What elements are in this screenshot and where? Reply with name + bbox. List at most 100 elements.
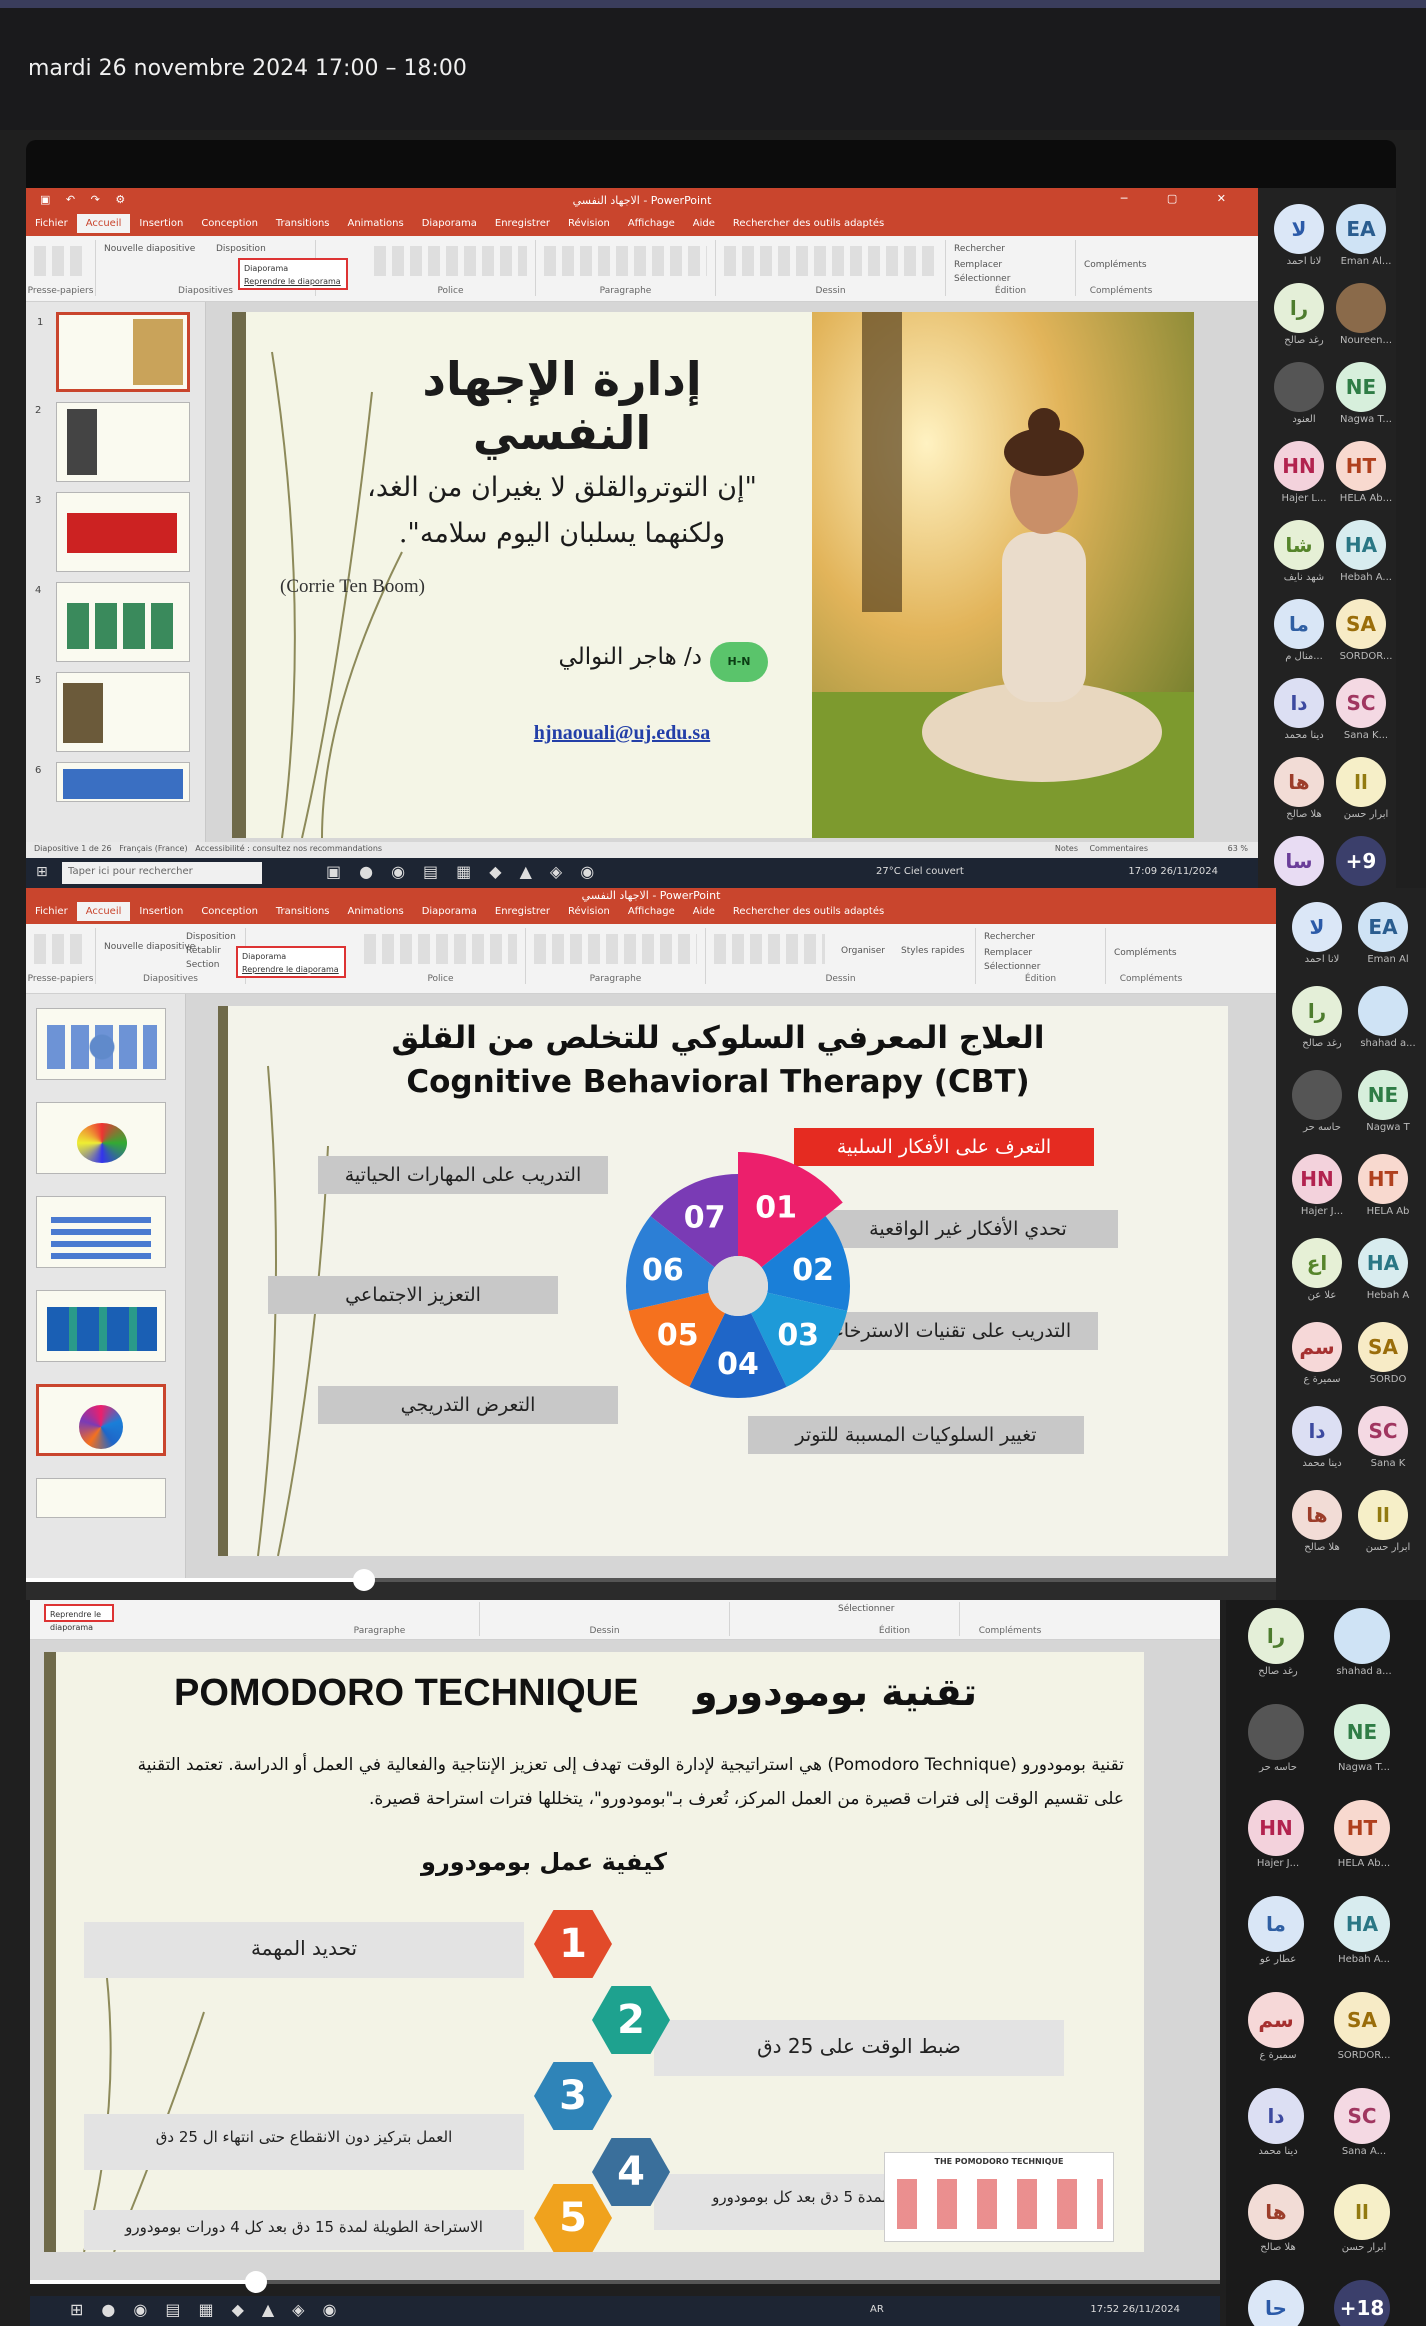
select-button[interactable]: Sélectionner bbox=[984, 962, 1040, 972]
participant-avatar[interactable]: اع bbox=[1292, 1238, 1342, 1288]
video-scrubber-1[interactable] bbox=[352, 1569, 375, 1591]
search-button[interactable]: Rechercher bbox=[984, 932, 1035, 942]
participant-photo-avatar[interactable] bbox=[1334, 1608, 1390, 1664]
participant-avatar[interactable]: اا bbox=[1358, 1490, 1408, 1540]
ribbon-tab[interactable]: Rechercher des outils adaptés bbox=[724, 902, 893, 921]
replace-button[interactable]: Remplacer bbox=[954, 260, 1002, 270]
slide-thumbnail[interactable]: 2 bbox=[35, 402, 190, 482]
participant-avatar[interactable]: دا bbox=[1248, 2088, 1304, 2144]
slide-thumbnail[interactable]: 6 bbox=[35, 762, 190, 802]
participant-avatar[interactable]: HA bbox=[1358, 1238, 1408, 1288]
window-controls[interactable]: ─ ▢ ✕ bbox=[1121, 192, 1244, 205]
taskbar-app-icons[interactable]: ▣●◉▤▦◆▲◈◉ bbox=[326, 862, 612, 881]
weather-widget[interactable]: 27°C Ciel couvert bbox=[876, 866, 964, 877]
arrange-button[interactable]: Organiser bbox=[841, 946, 885, 956]
video-progress-bar-1[interactable] bbox=[26, 1569, 1276, 1591]
notes-button[interactable]: Notes bbox=[1055, 844, 1078, 853]
ribbon-tab[interactable]: Fichier bbox=[26, 214, 77, 233]
ribbon-tab[interactable]: Révision bbox=[559, 214, 619, 233]
comments-button[interactable]: Commentaires bbox=[1089, 844, 1148, 853]
participant-avatar[interactable]: NE bbox=[1358, 1070, 1408, 1120]
quick-styles-button[interactable]: Styles rapides bbox=[901, 946, 965, 956]
section-button[interactable]: Section bbox=[186, 960, 219, 970]
participant-avatar[interactable]: دا bbox=[1292, 1406, 1342, 1456]
participant-avatar[interactable]: SC bbox=[1334, 2088, 1390, 2144]
slide-thumbnail[interactable] bbox=[36, 1008, 166, 1080]
ribbon-tab[interactable]: Animations bbox=[339, 902, 413, 921]
select-button[interactable]: Sélectionner bbox=[838, 1604, 894, 1614]
ribbon-tab[interactable]: Enregistrer bbox=[486, 902, 559, 921]
ribbon-tab[interactable]: Fichier bbox=[26, 902, 77, 921]
participant-avatar[interactable]: NE bbox=[1336, 362, 1386, 412]
slide-thumbnail[interactable]: 5 bbox=[35, 672, 190, 752]
reset-button[interactable]: Rétablir bbox=[186, 946, 221, 956]
slide-thumbnail[interactable] bbox=[36, 1290, 166, 1362]
select-button[interactable]: Sélectionner bbox=[954, 274, 1010, 284]
video-progress-bar-2[interactable] bbox=[30, 2271, 1220, 2293]
participant-avatar[interactable]: EA bbox=[1358, 902, 1408, 952]
ribbon-tab[interactable]: Affichage bbox=[619, 214, 684, 233]
participant-avatar[interactable]: SA bbox=[1358, 1322, 1408, 1372]
participant-avatar[interactable]: HT bbox=[1336, 441, 1386, 491]
participant-avatar[interactable]: را bbox=[1292, 986, 1342, 1036]
participant-avatar[interactable]: HT bbox=[1334, 1800, 1390, 1856]
slideshow-dropdown[interactable]: Reprendre le diaporama bbox=[44, 1604, 114, 1632]
participant-avatar[interactable]: HA bbox=[1334, 1896, 1390, 1952]
participant-avatar[interactable]: لا bbox=[1274, 204, 1324, 254]
ribbon-tab[interactable]: Diaporama bbox=[413, 214, 486, 233]
windows-start-icon[interactable]: ⊞ bbox=[36, 864, 48, 880]
ribbon-tab[interactable]: Insertion bbox=[130, 902, 192, 921]
taskbar-clock[interactable]: 17:52 26/11/2024 bbox=[1090, 2304, 1180, 2315]
participant-avatar[interactable]: HA bbox=[1336, 520, 1386, 570]
participant-avatar[interactable]: +9 bbox=[1336, 836, 1386, 886]
ribbon-tab[interactable]: Insertion bbox=[130, 214, 192, 233]
taskbar-app-icons[interactable]: ⊞●◉▤▦◆▲◈◉ bbox=[70, 2300, 354, 2319]
addins-button[interactable]: Compléments bbox=[1084, 260, 1147, 270]
ribbon-tab[interactable]: Animations bbox=[339, 214, 413, 233]
replace-button[interactable]: Remplacer bbox=[984, 948, 1032, 958]
ribbon-tab[interactable]: Rechercher des outils adaptés bbox=[724, 214, 893, 233]
participant-avatar[interactable]: ها bbox=[1248, 2184, 1304, 2240]
participant-avatar[interactable]: HN bbox=[1274, 441, 1324, 491]
video-scrubber-2[interactable] bbox=[245, 2271, 268, 2293]
ribbon-tab[interactable]: Affichage bbox=[619, 902, 684, 921]
participant-avatar[interactable]: ها bbox=[1292, 1490, 1342, 1540]
participant-avatar[interactable]: حا bbox=[1248, 2280, 1304, 2326]
layout-button[interactable]: Disposition bbox=[216, 244, 266, 254]
participant-avatar[interactable]: اا bbox=[1336, 757, 1386, 807]
participant-photo-avatar[interactable] bbox=[1274, 362, 1324, 412]
participant-avatar[interactable]: +18 bbox=[1334, 2280, 1390, 2326]
slide-thumbnail[interactable] bbox=[36, 1102, 166, 1174]
participant-photo-avatar[interactable] bbox=[1358, 986, 1408, 1036]
slide-thumbnail[interactable] bbox=[36, 1196, 166, 1268]
search-button[interactable]: Rechercher bbox=[954, 244, 1005, 254]
addins-button[interactable]: Compléments bbox=[1114, 948, 1177, 958]
new-slide-button[interactable]: Nouvelle diapositive bbox=[104, 942, 195, 952]
slide-thumbnail[interactable]: 3 bbox=[35, 492, 190, 572]
participant-avatar[interactable]: را bbox=[1274, 283, 1324, 333]
new-slide-button[interactable]: Nouvelle diapositive bbox=[104, 244, 195, 254]
taskbar-language[interactable]: AR bbox=[870, 2304, 884, 2315]
participant-avatar[interactable]: اا bbox=[1334, 2184, 1390, 2240]
participant-avatar[interactable]: را bbox=[1248, 1608, 1304, 1664]
ribbon-tab[interactable]: Accueil bbox=[76, 902, 131, 921]
participant-avatar[interactable]: ما bbox=[1248, 1896, 1304, 1952]
participant-avatar[interactable]: شا bbox=[1274, 520, 1324, 570]
participant-avatar[interactable]: SC bbox=[1358, 1406, 1408, 1456]
participant-photo-avatar[interactable] bbox=[1292, 1070, 1342, 1120]
participant-photo-avatar[interactable] bbox=[1336, 283, 1386, 333]
ribbon-tab[interactable]: Conception bbox=[192, 902, 267, 921]
participant-avatar[interactable]: EA bbox=[1336, 204, 1386, 254]
ribbon-tab[interactable]: Accueil bbox=[76, 214, 131, 233]
participant-avatar[interactable]: سم bbox=[1248, 1992, 1304, 2048]
ribbon-tab[interactable]: Enregistrer bbox=[486, 214, 559, 233]
slide-thumbnail[interactable]: 1 bbox=[37, 312, 190, 392]
participant-avatar[interactable]: SA bbox=[1336, 599, 1386, 649]
participant-avatar[interactable]: دا bbox=[1274, 678, 1324, 728]
taskbar-clock[interactable]: 17:09 26/11/2024 bbox=[1128, 866, 1218, 877]
ribbon-tab[interactable]: Conception bbox=[192, 214, 267, 233]
slide-thumbnail[interactable] bbox=[36, 1478, 166, 1518]
participant-avatar[interactable]: ما bbox=[1274, 599, 1324, 649]
participant-avatar[interactable]: NE bbox=[1334, 1704, 1390, 1760]
participant-avatar[interactable]: SC bbox=[1336, 678, 1386, 728]
